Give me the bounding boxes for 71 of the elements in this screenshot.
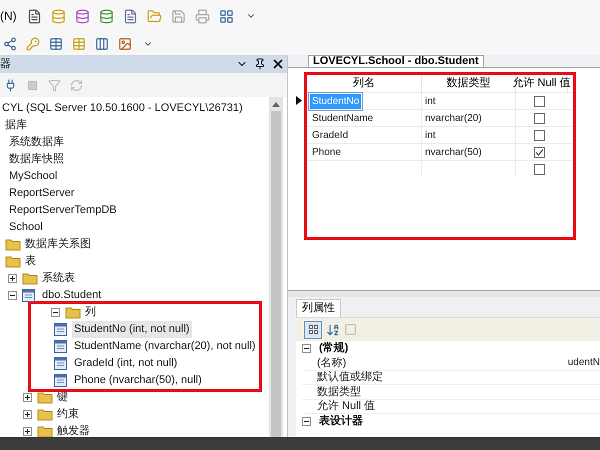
tree-item[interactable]: MySchool <box>7 168 60 185</box>
tree-item[interactable]: CYL (SQL Server 10.50.1600 - LOVECYL\26731) <box>0 100 245 117</box>
null-checkbox[interactable] <box>534 112 544 124</box>
collapse-icon[interactable] <box>302 417 311 426</box>
property-category: (常规) <box>319 341 348 356</box>
categorized-icon[interactable] <box>304 320 322 338</box>
tree-item[interactable]: Phone (nvarchar(50), null) <box>72 372 204 389</box>
tree-item[interactable]: 数据库关系图 <box>23 236 93 253</box>
null-checkbox[interactable] <box>534 146 544 158</box>
column-icon <box>54 340 67 353</box>
property-value: udentN <box>568 356 600 370</box>
expand-icon[interactable] <box>8 274 17 283</box>
column-name-cell[interactable]: GradeId <box>310 128 350 142</box>
data-type-cell[interactable]: int <box>425 128 436 142</box>
column-icon <box>54 323 67 336</box>
column-name-cell[interactable]: StudentName <box>310 110 376 126</box>
column-icon <box>54 374 67 387</box>
tree-item[interactable]: 据库 <box>3 117 29 134</box>
folder-icon <box>37 408 53 421</box>
tree-item[interactable]: GradeId (int, not null) <box>72 355 180 372</box>
null-checkbox[interactable] <box>534 96 544 106</box>
panel-title: 器 <box>0 56 12 72</box>
tree-item[interactable]: StudentName (nvarchar(20), not null) <box>72 338 258 355</box>
table-icon <box>22 289 35 302</box>
tree-item[interactable]: School <box>7 219 45 236</box>
sort-az-icon[interactable] <box>326 322 340 336</box>
tree-item[interactable]: 列 <box>83 304 98 321</box>
tree-item[interactable]: ReportServerTempDB <box>7 202 119 219</box>
expand-icon[interactable] <box>23 410 32 419</box>
data-type-cell[interactable]: int <box>425 94 436 108</box>
folder-icon <box>22 272 38 285</box>
property-name: (名称) <box>317 356 348 370</box>
property-pages-icon <box>344 323 357 336</box>
tree-item[interactable]: ReportServer <box>7 185 76 202</box>
data-type-cell[interactable]: nvarchar(50) <box>425 144 482 160</box>
tree-item[interactable]: dbo.Student <box>40 287 104 304</box>
data-type-cell[interactable]: nvarchar(20) <box>425 110 482 126</box>
properties-tab[interactable]: 列属性 <box>296 299 341 317</box>
tree-item[interactable]: 键 <box>55 389 70 406</box>
column-icon <box>54 357 67 370</box>
folder-icon <box>5 255 21 268</box>
scrollbar[interactable] <box>269 97 283 437</box>
tree-item[interactable]: StudentNo (int, not null) <box>72 321 192 338</box>
folder-icon <box>5 238 21 251</box>
tree-item[interactable]: 触发器 <box>55 423 92 437</box>
folder-icon <box>65 306 81 319</box>
column-name-cell[interactable]: Phone <box>310 144 343 160</box>
collapse-icon[interactable] <box>8 291 17 300</box>
collapse-icon[interactable] <box>302 344 311 353</box>
property-name: 数据类型 <box>317 384 362 400</box>
tree-item[interactable]: 数据库快照 <box>7 151 66 168</box>
tree-item[interactable]: 表 <box>23 253 38 270</box>
grid-row[interactable]: StudentName nvarchar(20) <box>307 109 573 126</box>
tree-item[interactable]: 约束 <box>55 406 81 423</box>
new-query-button[interactable]: (N) <box>0 7 21 25</box>
grid-row[interactable]: Phone nvarchar(50) <box>307 143 573 160</box>
document-tab[interactable]: LOVECYL.School - dbo.Student <box>308 55 484 67</box>
folder-icon <box>37 391 53 404</box>
row-indicator-icon <box>296 96 302 105</box>
grid-row[interactable]: StudentNo int <box>307 92 573 109</box>
null-checkbox[interactable] <box>534 164 544 174</box>
property-name: 允许 Null 值 <box>317 399 376 414</box>
collapse-icon[interactable] <box>51 308 60 317</box>
expand-icon[interactable] <box>23 427 32 436</box>
null-checkbox[interactable] <box>534 130 544 140</box>
property-name: 默认值或绑定 <box>317 370 384 385</box>
tree-item[interactable]: 系统表 <box>40 270 77 287</box>
tree-item[interactable]: 系统数据库 <box>7 134 66 151</box>
property-category: 表设计器 <box>319 414 363 430</box>
expand-icon[interactable] <box>23 393 32 402</box>
grid-row[interactable]: GradeId int <box>307 126 573 143</box>
